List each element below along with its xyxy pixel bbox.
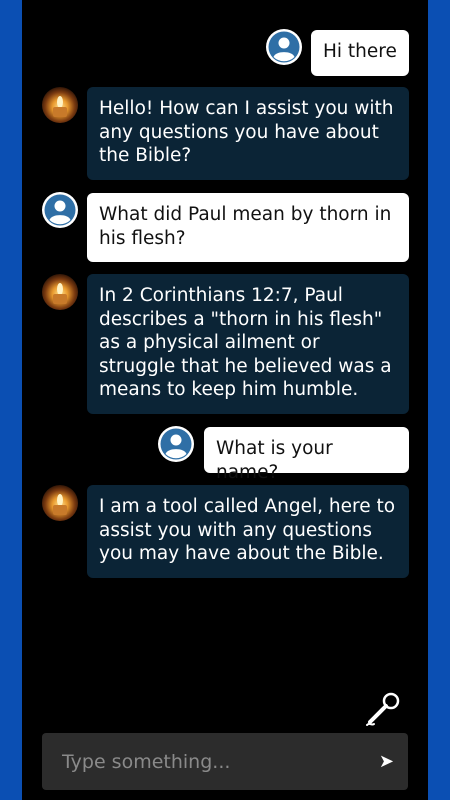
chat-area: Hi there Hello! How can I assist you wit…	[22, 0, 428, 800]
bot-avatar	[42, 87, 78, 123]
frame-left	[0, 0, 22, 800]
message-bubble-user: What is your name?	[204, 427, 409, 483]
message-bubble-bot: Hello! How can I assist you with any que…	[87, 87, 409, 180]
user-avatar-icon	[43, 193, 77, 227]
user-avatar	[42, 192, 78, 228]
message-composer: ➤	[42, 733, 408, 790]
user-avatar	[266, 29, 302, 65]
bot-avatar	[42, 274, 78, 310]
frame-right	[428, 0, 450, 800]
candle-icon	[53, 96, 67, 117]
bot-avatar	[42, 485, 78, 521]
message-bubble-bot: I am a tool called Angel, here to assist…	[87, 485, 409, 578]
microphone-icon	[366, 692, 400, 726]
message-input[interactable]	[60, 749, 379, 774]
candle-icon	[53, 494, 67, 515]
user-avatar-icon	[159, 427, 193, 461]
user-avatar	[158, 426, 194, 462]
message-bubble-user: What did Paul mean by thorn in his flesh…	[87, 193, 409, 262]
send-icon[interactable]: ➤	[379, 751, 394, 772]
message-bubble-bot: In 2 Corinthians 12:7, Paul describes a …	[87, 274, 409, 414]
microphone-button[interactable]	[362, 690, 402, 730]
candle-icon	[53, 283, 67, 304]
user-avatar-icon	[267, 30, 301, 64]
message-bubble-user: Hi there	[311, 30, 409, 76]
